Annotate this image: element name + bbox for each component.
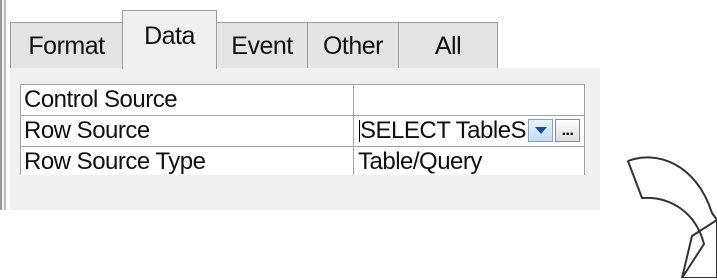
property-row-control-source[interactable]: Control Source bbox=[21, 85, 584, 116]
tab-all-label: All bbox=[434, 32, 462, 60]
property-value-row-source-type[interactable]: Table/Query bbox=[354, 147, 584, 175]
tab-other-label: Other bbox=[322, 32, 384, 60]
tab-data-label: Data bbox=[144, 22, 195, 50]
property-label: Row Source Type bbox=[21, 147, 354, 175]
sheet-left-border bbox=[0, 0, 6, 210]
property-grid: Control Source Row Source SELECT TableS … bbox=[20, 84, 585, 175]
tab-format[interactable]: Format bbox=[10, 22, 123, 70]
property-value-row-source-wrapper[interactable]: SELECT TableS ... bbox=[354, 116, 584, 146]
property-sheet: Format Data Event Other All Control Sour… bbox=[0, 0, 600, 210]
tab-other[interactable]: Other bbox=[307, 22, 399, 70]
property-value-control-source[interactable] bbox=[354, 85, 584, 115]
property-row-row-source-type[interactable]: Row Source Type Table/Query bbox=[21, 147, 584, 175]
property-label: Row Source bbox=[21, 116, 354, 146]
property-row-row-source[interactable]: Row Source SELECT TableS ... bbox=[21, 116, 584, 147]
property-label: Control Source bbox=[21, 85, 354, 115]
tab-format-label: Format bbox=[28, 32, 105, 60]
query-builder-button[interactable]: ... bbox=[555, 119, 580, 142]
tab-data[interactable]: Data bbox=[122, 10, 217, 69]
tab-all[interactable]: All bbox=[398, 22, 498, 70]
chevron-down-icon bbox=[534, 127, 547, 134]
tab-event-label: Event bbox=[231, 32, 293, 60]
row-source-dropdown-button[interactable] bbox=[528, 119, 553, 142]
ellipsis-icon: ... bbox=[561, 121, 574, 139]
tab-event[interactable]: Event bbox=[216, 22, 308, 70]
text-caret bbox=[359, 120, 360, 142]
curved-arrow-icon bbox=[627, 156, 717, 278]
property-value-row-source[interactable]: SELECT TableS bbox=[360, 117, 527, 144]
